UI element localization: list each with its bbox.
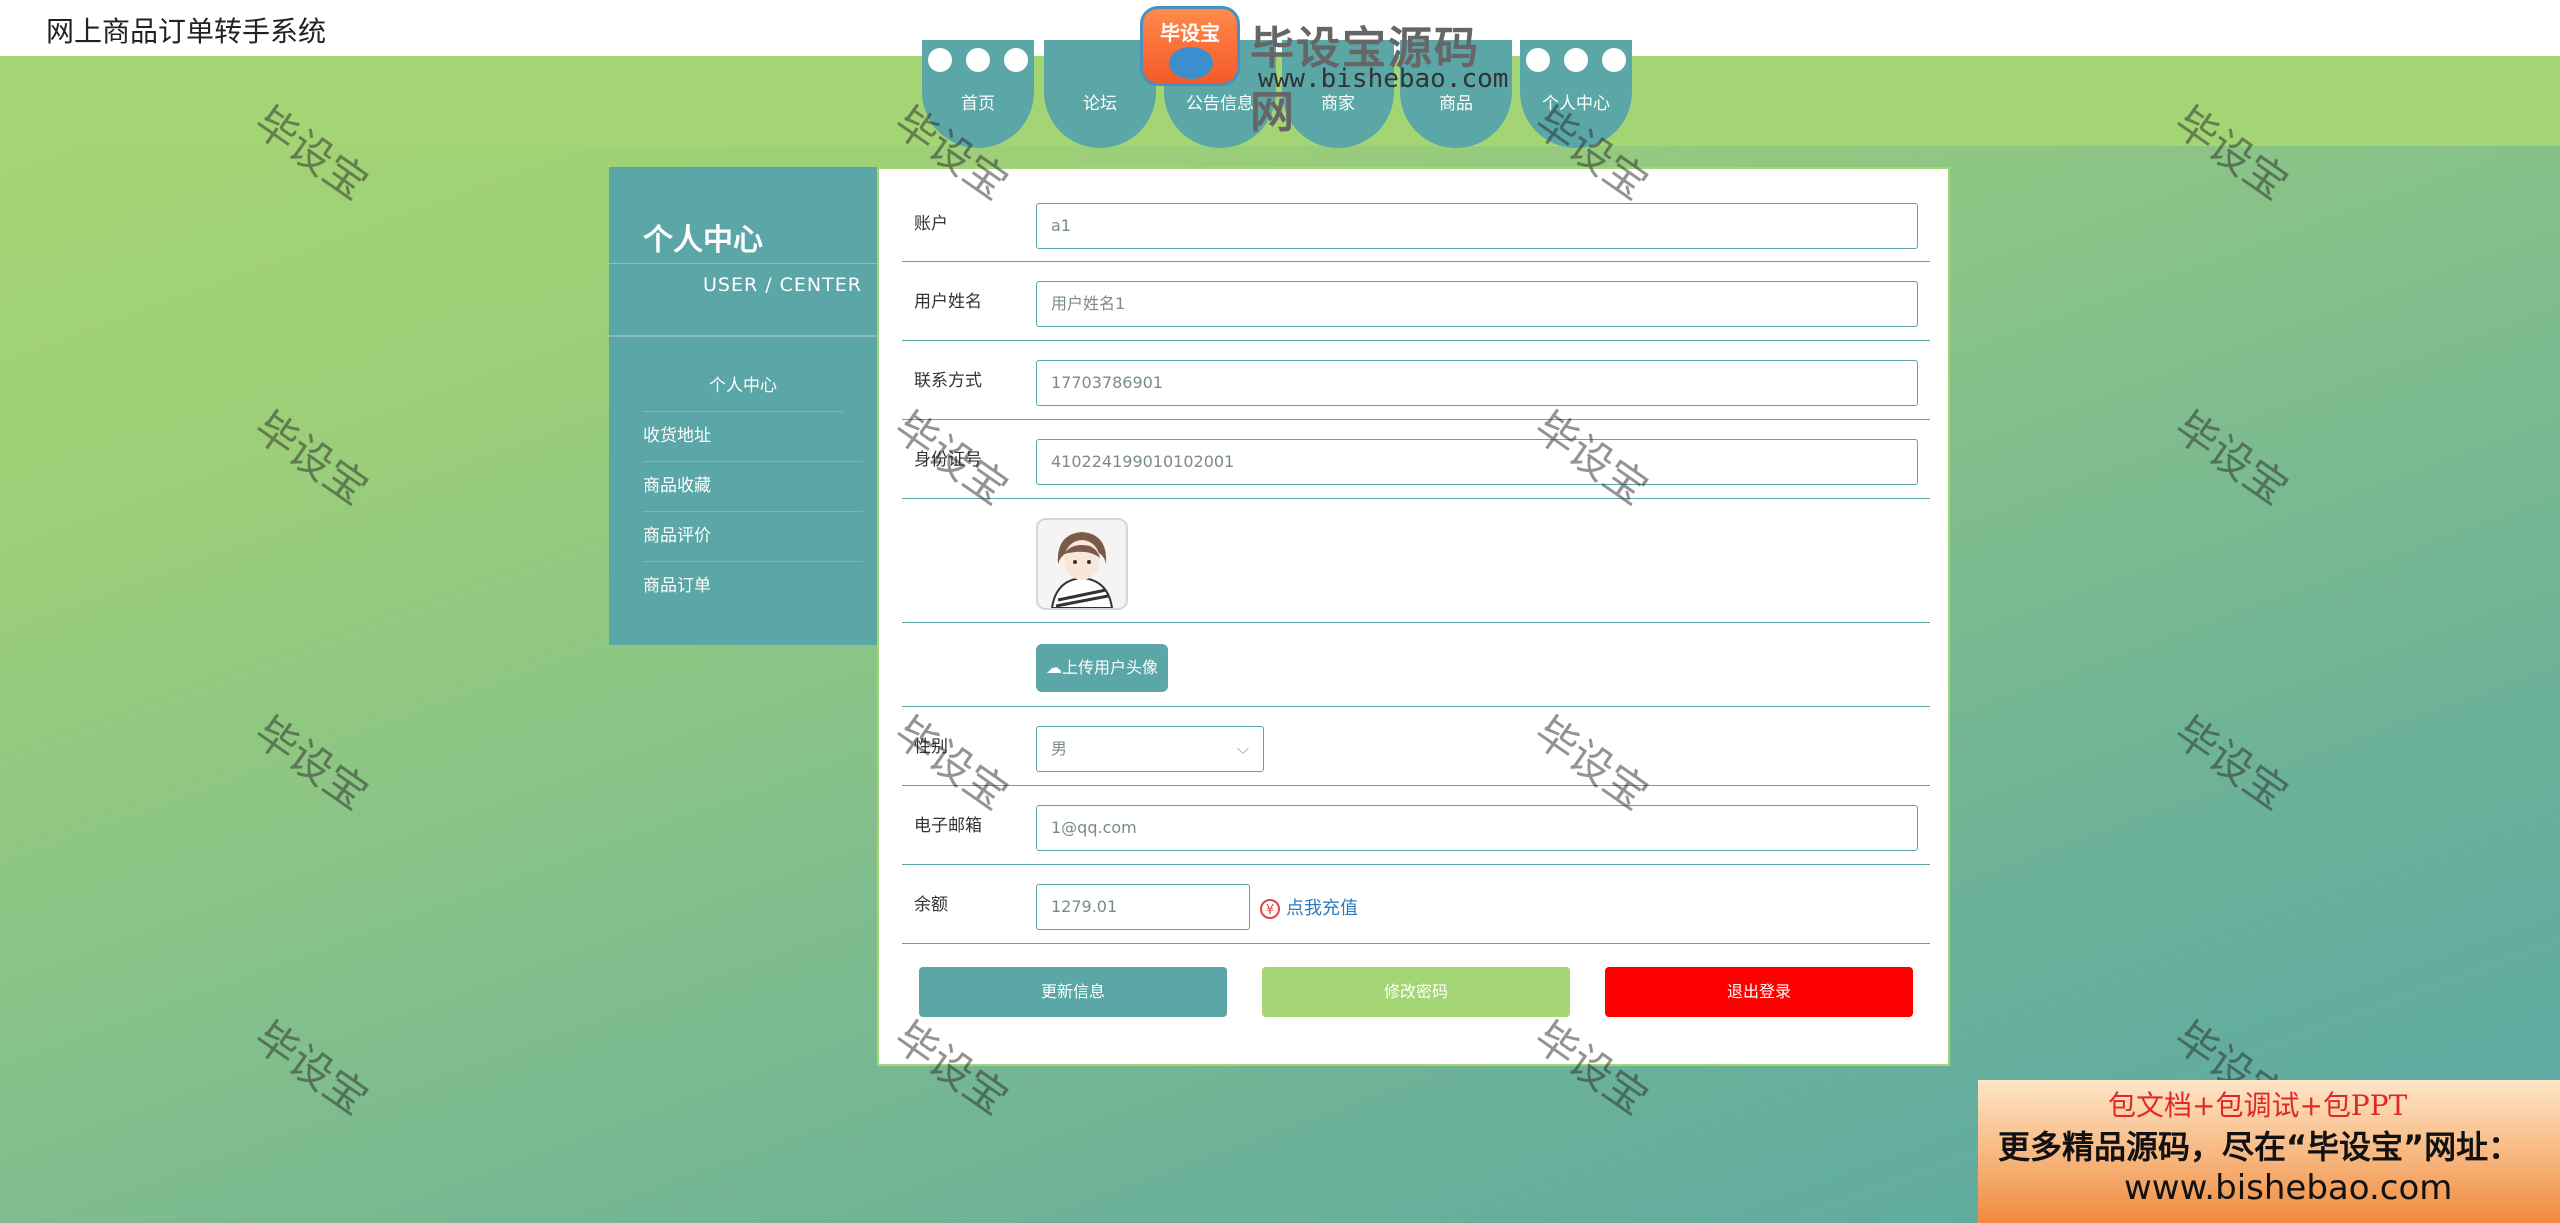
update-info-button[interactable]: 更新信息 xyxy=(919,967,1227,1017)
form-row-balance: 余额 1279.01 ¥ 点我充值 xyxy=(902,864,1930,944)
phone-label: 联系方式 xyxy=(914,371,982,391)
email-label: 电子邮箱 xyxy=(914,816,982,836)
logout-button[interactable]: 退出登录 xyxy=(1605,967,1913,1017)
watermark: 毕设宝 xyxy=(2165,706,2297,820)
gender-select[interactable]: 男 ⌵ xyxy=(1036,726,1264,772)
logo-url: www.bishebao.com xyxy=(1258,64,1509,94)
watermark: 毕设宝 xyxy=(245,1011,377,1125)
nav-label: 论坛 xyxy=(1083,94,1117,114)
form-row-username: 用户姓名 用户姓名1 xyxy=(902,261,1930,341)
email-input[interactable]: 1@qq.com xyxy=(1036,805,1918,851)
sidebar-divider xyxy=(609,263,877,264)
form-row-idcard: 身份证号 410224199010102001 xyxy=(902,419,1930,499)
form-row-account: 账户 a1 xyxy=(902,169,1930,262)
promo-line-2: 更多精品源码，尽在“毕设宝”网址： xyxy=(1998,1128,2521,1166)
form-row-upload: ☁上传用户头像 xyxy=(902,622,1930,707)
sidebar-subtitle: USER / CENTER xyxy=(703,274,862,296)
cloud-upload-icon: ☁ xyxy=(1045,658,1062,677)
sidebar-item-orders[interactable]: 商品订单 xyxy=(643,561,863,611)
upload-avatar-button[interactable]: ☁上传用户头像 xyxy=(1036,644,1168,692)
watermark: 毕设宝 xyxy=(245,706,377,820)
sidebar-divider xyxy=(609,335,877,337)
username-label: 用户姓名 xyxy=(914,292,982,312)
balance-label: 余额 xyxy=(914,895,948,915)
decor-dot-icon xyxy=(966,48,990,72)
sidebar-item-user-center[interactable]: 个人中心 xyxy=(643,361,843,412)
username-input[interactable]: 用户姓名1 xyxy=(1036,281,1918,327)
chevron-down-icon: ⌵ xyxy=(1236,739,1249,758)
avatar xyxy=(1036,518,1128,610)
promo-banner: 包文档+包调试+包PPT 更多精品源码，尽在“毕设宝”网址： www.bishe… xyxy=(1978,1080,2560,1223)
site-title: 网上商品订单转手系统 xyxy=(46,15,327,48)
change-password-button[interactable]: 修改密码 xyxy=(1262,967,1570,1017)
sidebar-title: 个人中心 xyxy=(643,223,763,258)
logo-badge-text: 毕设宝 xyxy=(1160,21,1220,45)
logo-badge-icon: 毕设宝 xyxy=(1140,6,1240,86)
decor-dot-icon xyxy=(928,48,952,72)
balance-input[interactable]: 1279.01 xyxy=(1036,884,1250,930)
sidebar: 个人中心 USER / CENTER 个人中心 收货地址 商品收藏 商品评价 商… xyxy=(609,167,877,645)
account-input[interactable]: a1 xyxy=(1036,203,1918,249)
form-row-avatar xyxy=(902,498,1930,623)
profile-form: 账户 a1 用户姓名 用户姓名1 联系方式 17703786901 身份证号 4… xyxy=(877,167,1950,1066)
watermark: 毕设宝 xyxy=(2165,401,2297,515)
logo-globe-icon xyxy=(1169,47,1213,79)
account-label: 账户 xyxy=(914,214,948,234)
form-row-gender: 性别 男 ⌵ xyxy=(902,706,1930,786)
idcard-input[interactable]: 410224199010102001 xyxy=(1036,439,1918,485)
upload-label: 上传用户头像 xyxy=(1061,658,1158,677)
site-logo: 毕设宝 毕设宝源码网 www.bishebao.com xyxy=(1140,6,1520,138)
promo-line-1: 包文档+包调试+包PPT xyxy=(2108,1089,2408,1122)
decor-dot-icon xyxy=(1564,48,1588,72)
watermark: 毕设宝 xyxy=(245,401,377,515)
nav-label: 首页 xyxy=(961,94,995,114)
gender-selected-value: 男 xyxy=(1051,739,1068,758)
nav-user-center[interactable]: 个人中心 xyxy=(1520,40,1632,148)
sidebar-item-reviews[interactable]: 商品评价 xyxy=(643,511,863,562)
sidebar-item-address[interactable]: 收货地址 xyxy=(643,411,863,462)
recharge-label: 点我充值 xyxy=(1286,898,1358,919)
decor-dot-icon xyxy=(1602,48,1626,72)
yen-icon: ¥ xyxy=(1260,899,1280,919)
promo-url: www.bishebao.com xyxy=(2124,1168,2453,1208)
gender-label: 性别 xyxy=(914,737,948,757)
form-row-phone: 联系方式 17703786901 xyxy=(902,340,1930,420)
idcard-label: 身份证号 xyxy=(914,450,982,470)
form-row-email: 电子邮箱 1@qq.com xyxy=(902,785,1930,865)
avatar-image-icon xyxy=(1038,520,1126,608)
sidebar-item-favorites[interactable]: 商品收藏 xyxy=(643,461,863,512)
phone-input[interactable]: 17703786901 xyxy=(1036,360,1918,406)
nav-label: 个人中心 xyxy=(1542,94,1610,114)
decor-dot-icon xyxy=(1526,48,1550,72)
nav-home[interactable]: 首页 xyxy=(922,40,1034,148)
decor-dot-icon xyxy=(1004,48,1028,72)
recharge-link[interactable]: ¥ 点我充值 xyxy=(1260,894,1358,920)
